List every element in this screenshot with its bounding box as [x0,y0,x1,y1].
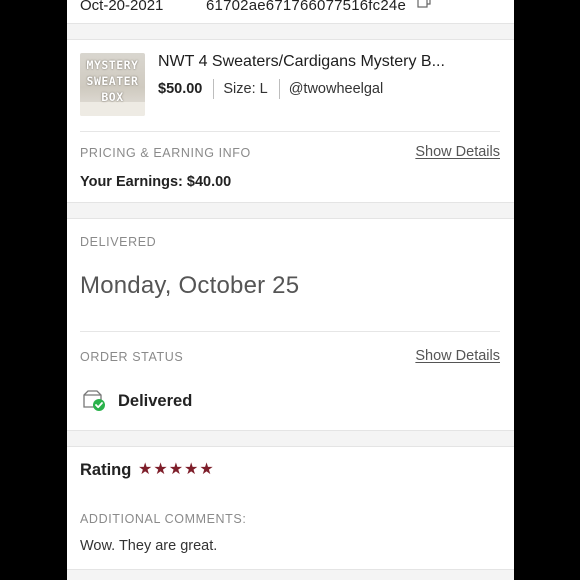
rating-comment: Wow. They are great. [80,538,218,554]
meta-divider [278,79,280,99]
rating-stars: ★ ★ ★ ★ ★ [138,461,215,479]
order-details-screen: Oct-20-2021 61702ae671766077516fc24e MYS… [67,0,514,580]
order-id: 61702ae671766077516fc24e [206,0,406,14]
divider [80,331,500,332]
thumbnail-text: BOX [101,90,124,104]
copy-icon[interactable] [417,0,431,8]
item-size: Size: L [223,81,268,97]
order-status-label: ORDER STATUS [80,350,184,364]
star-icon: ★ [153,461,168,478]
order-date: Oct-20-2021 [80,0,164,14]
item-thumbnail[interactable]: MYSTERY SWEATER BOX [80,53,145,116]
rating-label: Rating [80,461,132,479]
star-icon: ★ [199,461,214,478]
pricing-show-details-link[interactable]: Show Details [415,144,500,160]
order-item-card: MYSTERY SWEATER BOX NWT 4 Sweaters/Cardi… [67,39,514,203]
order-status-value: Delivered [118,392,193,410]
additional-comments-label: ADDITIONAL COMMENTS: [80,512,247,526]
delivered-label: DELIVERED [80,235,157,249]
star-icon: ★ [168,461,184,478]
item-price: $50.00 [158,81,203,97]
your-earnings: Your Earnings: $40.00 [80,174,232,190]
star-icon: ★ [184,461,199,478]
meta-divider [213,79,215,99]
package-delivered-icon [82,390,106,412]
rating-card: Rating ★ ★ ★ ★ ★ ADDITIONAL COMMENTS: Wo… [67,446,514,570]
status-show-details-link[interactable]: Show Details [415,348,500,364]
delivery-card: DELIVERED Monday, October 25 ORDER STATU… [67,218,514,431]
delivered-date: Monday, October 25 [80,272,300,299]
pricing-section-label: PRICING & EARNING INFO [80,146,251,160]
thumbnail-text: SWEATER [86,74,139,88]
thumbnail-text: MYSTERY [86,58,139,72]
order-header-card: Oct-20-2021 61702ae671766077516fc24e [67,0,514,24]
item-title[interactable]: NWT 4 Sweaters/Cardigans Mystery B... [158,53,478,71]
seller-username[interactable]: @twowheelgal [289,81,384,97]
star-icon: ★ [138,461,153,478]
item-meta: $50.00 Size: L @twowheelgal [158,79,383,99]
divider [80,131,500,132]
